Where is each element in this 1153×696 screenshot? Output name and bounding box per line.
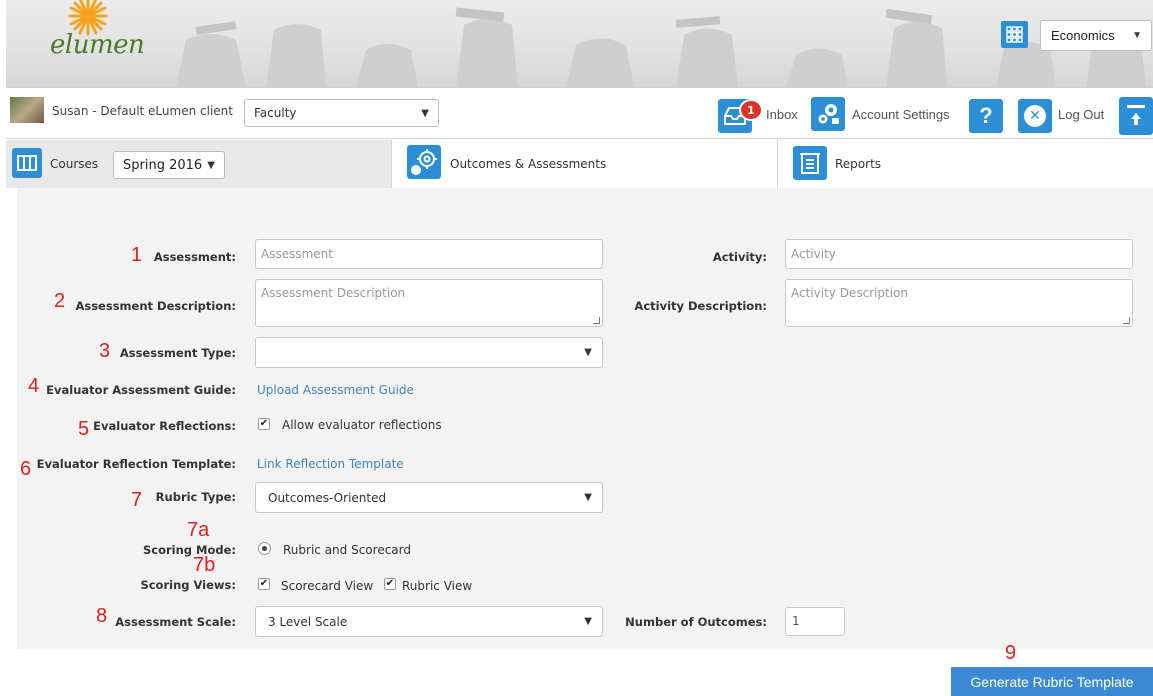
- term-select[interactable]: Spring 2016 ▼: [113, 151, 225, 179]
- annotation-7b: 7b: [193, 554, 216, 576]
- tab-outcomes-assessments-label: Outcomes & Assessments: [450, 157, 607, 171]
- number-of-outcomes-label: Number of Outcomes:: [625, 615, 767, 629]
- annotation-2: 2: [54, 290, 66, 312]
- resize-handle-icon[interactable]: [593, 317, 600, 324]
- rubric-type-value: Outcomes-Oriented: [268, 490, 387, 505]
- logout-icon[interactable]: ✕: [1018, 99, 1052, 133]
- evaluator-guide-label: Evaluator Assessment Guide:: [46, 383, 236, 397]
- inbox-badge: 1: [739, 99, 763, 121]
- assessment-scale-value: 3 Level Scale: [268, 614, 348, 629]
- chevron-down-icon: ▼: [207, 159, 215, 171]
- avatar: [10, 97, 44, 123]
- activity-label: Activity:: [712, 250, 767, 264]
- scoring-views-label: Scoring Views:: [140, 578, 236, 592]
- chevron-down-icon: ▼: [584, 616, 592, 627]
- chevron-down-icon: ▼: [421, 107, 429, 119]
- rubric-and-scorecard-radio[interactable]: [258, 542, 271, 555]
- user-bar: Susan - Default eLumen client Faculty ▼ …: [6, 89, 1153, 139]
- tab-reports[interactable]: Reports: [778, 140, 1153, 188]
- target-icon: [407, 145, 441, 179]
- department-select[interactable]: Economics ▼: [1040, 20, 1152, 51]
- account-settings-link[interactable]: Account Settings: [852, 107, 950, 122]
- assessment-scale-select[interactable]: 3 Level Scale ▼: [255, 606, 603, 637]
- allow-reflections-checkbox[interactable]: ✔: [258, 418, 270, 430]
- scorecard-view-label: Scorecard View: [281, 579, 374, 593]
- tab-courses-label: Courses: [50, 157, 99, 171]
- rubric-view-label: Rubric View: [402, 579, 473, 593]
- courses-icon: [12, 148, 42, 178]
- rubric-view-checkbox[interactable]: ✔: [384, 578, 396, 590]
- elumen-logo: elumen: [50, 30, 145, 60]
- tab-reports-label: Reports: [835, 157, 882, 171]
- activity-description-label: Activity Description:: [634, 299, 767, 313]
- generate-rubric-template-button[interactable]: Generate Rubric Template: [951, 667, 1153, 696]
- scorecard-view-checkbox[interactable]: ✔: [258, 578, 270, 590]
- tab-courses[interactable]: Courses Spring 2016 ▼: [6, 140, 392, 188]
- annotation-7a: 7a: [187, 519, 210, 541]
- chevron-down-icon: ▼: [584, 492, 592, 503]
- role-select-value: Faculty: [254, 106, 297, 120]
- gear-icon[interactable]: [811, 97, 845, 131]
- reports-icon: [793, 146, 827, 180]
- rubric-type-label: Rubric Type:: [155, 490, 236, 504]
- rubric-and-scorecard-label: Rubric and Scorecard: [283, 543, 411, 557]
- close-icon: ✕: [1024, 105, 1046, 127]
- assessment-input[interactable]: Assessment: [255, 239, 603, 269]
- assessment-scale-label: Assessment Scale:: [115, 615, 236, 629]
- allow-reflections-label: Allow evaluator reflections: [282, 418, 442, 432]
- annotation-4: 4: [28, 375, 40, 397]
- reflection-template-label: Evaluator Reflection Template:: [36, 457, 236, 471]
- term-select-value: Spring 2016: [123, 157, 203, 173]
- role-select[interactable]: Faculty ▼: [244, 99, 439, 127]
- header-banner: elumen Economics ▼: [6, 0, 1153, 88]
- annotation-6: 6: [20, 458, 32, 480]
- annotation-9: 9: [1005, 642, 1017, 664]
- annotation-3: 3: [99, 340, 111, 362]
- activity-description-textarea[interactable]: Activity Description: [785, 279, 1133, 327]
- activity-input[interactable]: Activity: [785, 239, 1133, 269]
- number-of-outcomes-input[interactable]: 1: [785, 607, 845, 636]
- assessment-type-select[interactable]: ▼: [255, 337, 603, 368]
- assessment-description-label: Assessment Description:: [75, 299, 236, 313]
- resize-handle-icon[interactable]: [1123, 317, 1130, 324]
- department-select-value: Economics: [1051, 28, 1115, 43]
- help-icon[interactable]: ?: [969, 99, 1003, 133]
- link-reflection-template-link[interactable]: Link Reflection Template: [257, 457, 404, 471]
- assessment-description-textarea[interactable]: Assessment Description: [255, 279, 603, 327]
- chevron-down-icon: ▼: [584, 347, 592, 358]
- apps-grid-icon[interactable]: [1001, 21, 1028, 48]
- annotation-7: 7: [131, 489, 143, 511]
- annotation-8: 8: [96, 605, 108, 627]
- annotation-5: 5: [78, 418, 90, 440]
- scoring-mode-label: Scoring Mode:: [142, 543, 236, 557]
- main-nav: Courses Spring 2016 ▼ Outcomes & Assessm…: [6, 140, 1153, 188]
- rubric-type-select[interactable]: Outcomes-Oriented ▼: [255, 482, 603, 513]
- upload-guide-link[interactable]: Upload Assessment Guide: [257, 383, 414, 397]
- assessment-label: Assessment:: [153, 250, 236, 264]
- tab-outcomes-assessments[interactable]: Outcomes & Assessments: [392, 140, 778, 188]
- annotation-1: 1: [131, 244, 143, 266]
- chevron-down-icon: ▼: [1132, 30, 1142, 41]
- assessment-description-placeholder: Assessment Description: [261, 286, 406, 300]
- inbox-link[interactable]: Inbox: [766, 107, 798, 122]
- user-name: Susan - Default eLumen client: [52, 104, 233, 118]
- scroll-top-icon[interactable]: [1119, 97, 1153, 135]
- activity-description-placeholder: Activity Description: [791, 286, 909, 300]
- graduation-banner-image: [176, 7, 1146, 87]
- logout-link[interactable]: Log Out: [1058, 107, 1104, 122]
- assessment-type-label: Assessment Type:: [119, 346, 236, 360]
